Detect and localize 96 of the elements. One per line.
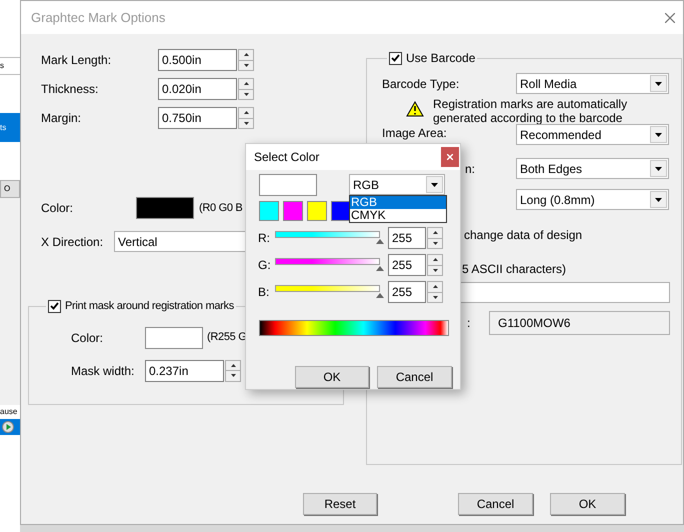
field-label: Mask width: <box>71 362 136 380</box>
number-field[interactable]: 0.020in <box>158 78 237 100</box>
background-label: ause <box>0 406 18 418</box>
step-up-button[interactable] <box>238 49 254 60</box>
dropdown[interactable]: Long (0.8mm) <box>516 189 669 210</box>
field-label: X Direction: <box>41 234 104 250</box>
menu-option[interactable]: RGB <box>350 196 446 209</box>
color-swatch[interactable] <box>283 201 303 221</box>
field-label: : <box>466 315 472 332</box>
caret-icon <box>655 82 662 86</box>
caret-icon <box>655 198 662 202</box>
dialog-button[interactable]: Cancel <box>458 493 533 515</box>
down-arrow-icon <box>244 92 248 96</box>
step-down-button[interactable] <box>427 238 443 249</box>
slider-label: G: <box>258 257 272 274</box>
up-arrow-icon <box>432 258 438 262</box>
slider-track[interactable] <box>275 229 383 247</box>
number-field[interactable]: 0.750in <box>158 107 237 129</box>
up-arrow-icon <box>432 285 438 288</box>
close-icon[interactable] <box>665 12 675 22</box>
dropdown[interactable]: Both Edges <box>516 158 669 179</box>
field-label: Margin: <box>41 110 82 127</box>
up-arrow-icon <box>244 82 248 86</box>
warning-text: Registration marks are automatically generated according to the barcode <box>433 97 628 125</box>
color-spectrum[interactable] <box>259 320 449 336</box>
color-preview <box>259 174 317 196</box>
field-label: Barcode Type: <box>382 76 460 92</box>
dialog-button[interactable]: OK <box>550 493 625 515</box>
play-icon <box>2 421 14 433</box>
field-label: Thickness: <box>41 81 100 98</box>
up-arrow-icon <box>230 364 236 367</box>
caret-icon <box>655 132 662 136</box>
dropdown[interactable]: RGB <box>349 174 445 195</box>
option-label: change data of design <box>464 227 584 244</box>
field-label: 5 ASCII characters) <box>462 261 568 278</box>
step-up-button[interactable] <box>225 360 241 371</box>
caret-icon <box>431 182 438 186</box>
up-arrow-icon <box>244 111 248 114</box>
checkbox-label: Use Barcode <box>406 50 476 67</box>
field-label: n: <box>464 160 476 178</box>
number-field[interactable]: 255 <box>388 254 426 276</box>
up-arrow-icon <box>244 53 248 56</box>
down-arrow-icon <box>432 268 438 272</box>
checkbox[interactable] <box>48 300 61 313</box>
slider-thumb[interactable] <box>376 266 384 271</box>
dialog-button[interactable]: Reset <box>303 493 377 515</box>
field-label: Mark Length: <box>41 52 112 69</box>
checkmark-icon <box>50 302 59 310</box>
close-button[interactable] <box>441 147 459 167</box>
window-title: Graphtec Mark Options <box>31 8 166 27</box>
down-arrow-icon <box>244 122 248 125</box>
checkbox[interactable] <box>389 52 402 64</box>
dialog-button[interactable]: Cancel <box>377 366 452 388</box>
step-down-button[interactable] <box>238 60 254 71</box>
color-swatch[interactable] <box>259 201 279 221</box>
number-field[interactable]: 255 <box>388 227 426 249</box>
color-swatch[interactable] <box>307 201 327 221</box>
number-field[interactable]: 0.500in <box>158 49 237 71</box>
color-swatch[interactable] <box>331 201 351 221</box>
dropdown[interactable]: Roll Media <box>516 73 669 94</box>
field-label: Color: <box>41 200 74 217</box>
slider-track[interactable] <box>275 256 383 274</box>
step-up-button[interactable] <box>238 107 254 118</box>
step-down-button[interactable] <box>427 292 443 303</box>
warning-icon <box>406 101 424 117</box>
color-swatch[interactable] <box>136 197 194 219</box>
caret-icon <box>655 166 662 170</box>
number-field[interactable]: 255 <box>388 281 426 303</box>
down-arrow-icon <box>244 64 248 67</box>
step-up-button[interactable] <box>427 281 443 292</box>
step-up-button[interactable] <box>427 254 443 266</box>
dropdown[interactable]: Recommended <box>516 124 669 145</box>
down-arrow-icon <box>432 296 438 299</box>
checkbox-label: Print mask around registration marks <box>65 299 234 314</box>
step-down-button[interactable] <box>238 90 254 100</box>
close-icon <box>447 154 453 160</box>
checkmark-icon <box>391 54 400 62</box>
color-reading: (R0 G0 B <box>199 200 242 216</box>
field-label: Color: <box>71 330 104 346</box>
color-swatch[interactable] <box>145 326 203 348</box>
step-up-button[interactable] <box>238 78 254 90</box>
slider-label: B: <box>258 284 270 301</box>
slider-thumb[interactable] <box>376 239 384 244</box>
step-down-button[interactable] <box>238 118 254 129</box>
step-down-button[interactable] <box>225 371 241 382</box>
slider-thumb[interactable] <box>376 293 384 298</box>
field-label: Image Area: <box>382 125 448 142</box>
down-arrow-icon <box>230 374 236 378</box>
dialog-title: Select Color <box>254 149 320 166</box>
step-down-button[interactable] <box>427 266 443 276</box>
number-field[interactable]: 0.237in <box>145 360 224 382</box>
step-up-button[interactable] <box>427 227 443 238</box>
up-arrow-icon <box>432 231 438 234</box>
down-arrow-icon <box>432 242 438 245</box>
dialog-button[interactable]: OK <box>295 366 369 388</box>
readonly-field: G1100MOW6 <box>489 311 670 335</box>
